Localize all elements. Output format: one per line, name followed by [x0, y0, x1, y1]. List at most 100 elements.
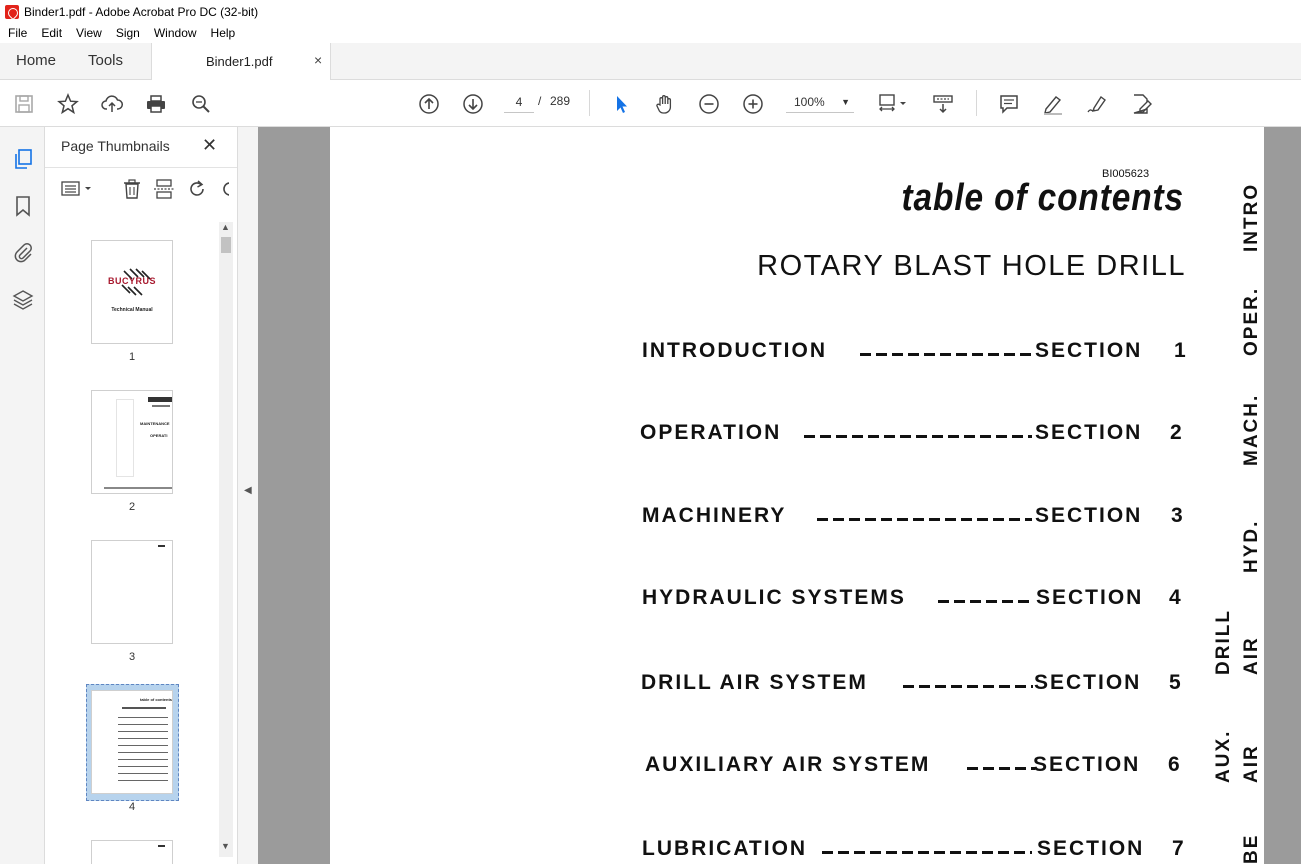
scroll-mode-icon[interactable]	[931, 92, 955, 116]
title-bar: Binder1.pdf - Adobe Acrobat Pro DC (32-b…	[0, 0, 1301, 23]
sign-icon[interactable]	[1085, 92, 1109, 116]
panel-title: Page Thumbnails	[61, 138, 170, 154]
page-thumbnails-icon[interactable]	[11, 147, 35, 171]
navigation-rail	[0, 127, 45, 864]
thumbnail-caption: Technical Manual	[111, 307, 153, 313]
more-tools-icon[interactable]	[219, 178, 229, 205]
toc-row: OPERATION SECTION 2	[640, 421, 1185, 451]
toc-number: 1	[1174, 339, 1188, 362]
close-panel-icon[interactable]: ✕	[202, 135, 217, 156]
acrobat-logo-icon	[5, 4, 19, 19]
highlight-pen-icon[interactable]	[1041, 92, 1065, 116]
attachment-icon[interactable]	[11, 240, 35, 264]
page-thumbnails-panel: Page Thumbnails ✕ BUCYRUS Technical Manu…	[45, 127, 238, 864]
toc-name: INTRODUCTION	[642, 339, 827, 362]
zoom-in-icon[interactable]	[741, 92, 765, 116]
side-tab-mach: MACH.	[1241, 393, 1262, 466]
thumbnail-scroll-thumb[interactable]	[221, 237, 231, 253]
page-fit-icon[interactable]	[876, 92, 908, 116]
toc-section: SECTION	[1034, 671, 1142, 694]
side-tab-aux: AUX.	[1213, 729, 1234, 783]
thumbnail-text-line	[158, 845, 165, 847]
menu-help[interactable]: Help	[203, 26, 242, 40]
window-title: Binder1.pdf - Adobe Acrobat Pro DC (32-b…	[24, 4, 259, 19]
star-icon[interactable]	[56, 92, 80, 116]
toc-row: HYDRAULIC SYSTEMS SECTION 4	[642, 586, 1187, 616]
page-title: table of contents	[901, 177, 1184, 219]
thumbnail-page-4[interactable]: table of contents	[91, 690, 173, 794]
acrobat-window: { "window": { "title": "Binder1.pdf - Ad…	[0, 0, 1301, 864]
toc-row: MACHINERY SECTION 3	[642, 504, 1187, 534]
thumbnail-label-4: 4	[128, 801, 136, 813]
thumbnail-page-2[interactable]: MAINTENANCE OPERATI	[91, 390, 173, 494]
side-tab-lube: BE	[1241, 833, 1262, 864]
bookmark-icon[interactable]	[11, 194, 35, 218]
toc-section: SECTION	[1036, 586, 1144, 609]
side-tab-hyd: HYD.	[1241, 519, 1262, 573]
zoom-select[interactable]: 100% ▼	[786, 91, 854, 113]
save-icon[interactable]	[12, 92, 36, 116]
select-cursor-icon[interactable]	[609, 92, 633, 116]
zoom-out-icon[interactable]	[697, 92, 721, 116]
toc-leader	[804, 435, 1032, 438]
upload-cloud-icon[interactable]	[100, 92, 124, 116]
document-view[interactable]: BI005623 table of contents ROTARY BLAST …	[258, 127, 1301, 864]
thumbnail-label-2: 2	[128, 501, 136, 513]
toc-name: LUBRICATION	[642, 837, 808, 860]
toc-row: DRILL AIR SYSTEM SECTION 5	[641, 671, 1186, 701]
toc-name: DRILL AIR SYSTEM	[641, 671, 868, 694]
menu-file[interactable]: File	[0, 26, 33, 40]
menu-edit[interactable]: Edit	[33, 26, 68, 40]
toc-number: 7	[1172, 837, 1186, 860]
page-total: 289	[550, 94, 571, 108]
thumbnail-label-1: 1	[128, 351, 136, 363]
tab-home[interactable]: Home	[16, 52, 56, 69]
document-tab-label: Binder1.pdf	[206, 54, 273, 69]
tab-tools[interactable]: Tools	[88, 52, 123, 69]
toc-section: SECTION	[1037, 837, 1145, 860]
panel-collapse-handle[interactable]: ◀	[238, 127, 258, 864]
toc-row: LUBRICATION SECTION 7	[642, 837, 1187, 864]
thumbnail-options-icon[interactable]	[61, 179, 95, 199]
delete-page-icon[interactable]	[121, 178, 143, 205]
toc-leader	[822, 851, 1032, 854]
toc-leader	[938, 600, 1034, 603]
toc-number: 6	[1168, 753, 1182, 776]
toolbar	[0, 80, 1301, 127]
page-number-input[interactable]: 4	[504, 91, 534, 113]
hand-tool-icon[interactable]	[653, 92, 677, 116]
rotate-icon[interactable]	[186, 178, 208, 205]
menu-view[interactable]: View	[68, 26, 108, 40]
menu-sign[interactable]: Sign	[108, 26, 146, 40]
toc-leader	[817, 518, 1032, 521]
thumbnail-scrollbar[interactable]	[219, 222, 233, 857]
side-tab-oper: OPER.	[1241, 286, 1262, 356]
next-page-icon[interactable]	[461, 92, 485, 116]
side-tab-intro: INTRO	[1241, 182, 1262, 252]
extract-page-icon[interactable]	[153, 178, 175, 205]
thumbnail-page-1[interactable]: BUCYRUS Technical Manual	[91, 240, 173, 344]
thumbnail-toc-lines	[118, 717, 168, 781]
tab-document[interactable]: Binder1.pdf ×	[151, 43, 331, 80]
tab-bar: Home Tools Binder1.pdf ×	[0, 43, 1301, 80]
toc-number: 3	[1171, 504, 1185, 527]
thumbnail-header-bar	[148, 397, 172, 402]
toc-section: SECTION	[1035, 339, 1143, 362]
comment-icon[interactable]	[997, 92, 1021, 116]
chevron-left-icon: ◀	[244, 485, 252, 496]
search-icon[interactable]	[189, 92, 213, 116]
thumbnail-page-3[interactable]	[91, 540, 173, 644]
print-icon[interactable]	[144, 92, 168, 116]
layers-icon[interactable]	[11, 288, 35, 312]
scroll-down-icon[interactable]: ▼	[221, 841, 230, 851]
scroll-up-icon[interactable]: ▲	[221, 222, 230, 232]
toc-leader	[903, 685, 1033, 688]
thumbnail-page-5[interactable]	[91, 840, 173, 864]
toc-name: HYDRAULIC SYSTEMS	[642, 586, 906, 609]
toc-leader	[860, 353, 1032, 356]
menu-bar: File Edit View Sign Window Help	[0, 23, 1301, 43]
menu-window[interactable]: Window	[146, 26, 203, 40]
previous-page-icon[interactable]	[417, 92, 441, 116]
close-tab-icon[interactable]: ×	[314, 52, 322, 68]
edit-document-icon[interactable]	[1129, 92, 1153, 116]
